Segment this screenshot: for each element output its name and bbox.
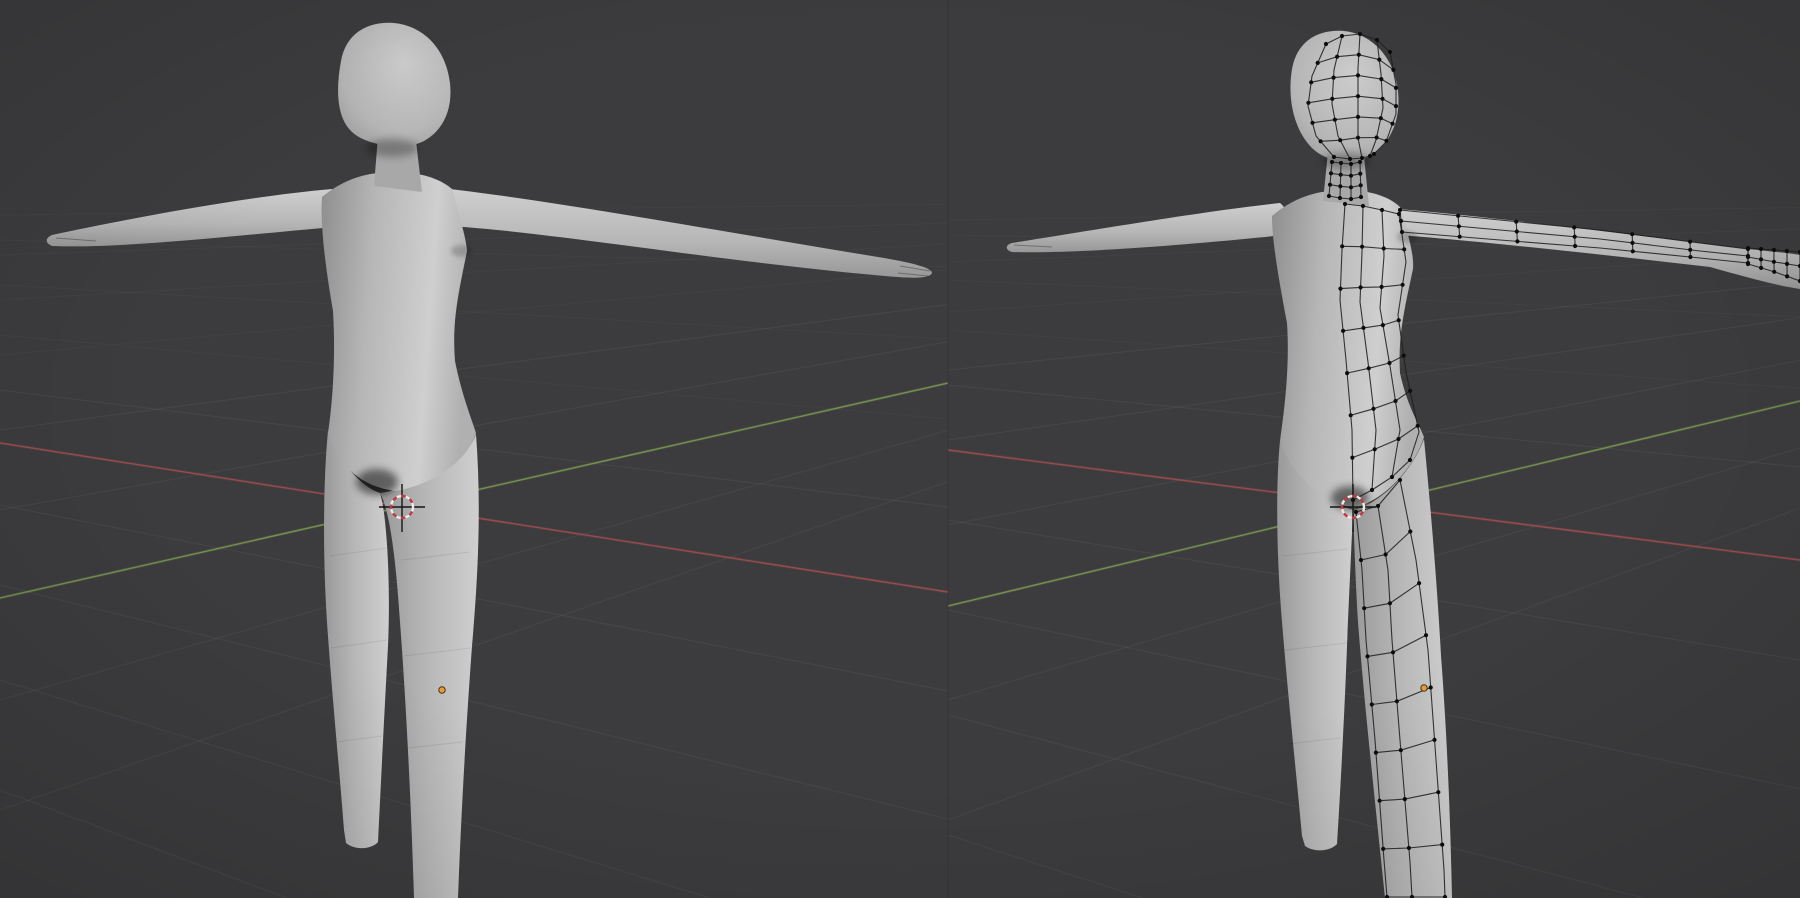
object-origin-dot xyxy=(1421,685,1427,691)
crotch-shadow xyxy=(356,469,398,495)
chin-shadow xyxy=(1322,153,1370,169)
object-origin-dot xyxy=(439,687,445,693)
chin-shadow xyxy=(366,139,418,157)
underarm-shadow xyxy=(451,245,471,257)
torso-shaded xyxy=(322,173,476,491)
blender-viewport-comparison xyxy=(0,0,1800,898)
scene-canvas xyxy=(0,0,1800,898)
